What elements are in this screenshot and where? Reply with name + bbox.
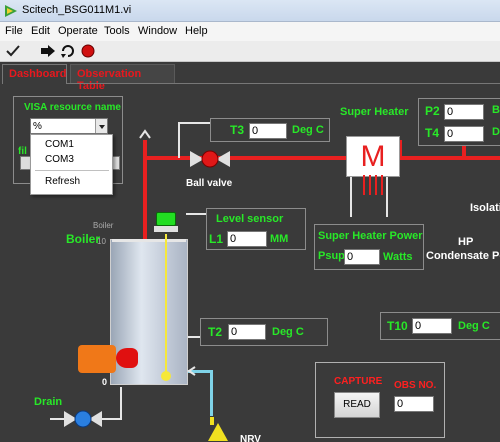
visa-resource-label: VISA resource name xyxy=(24,102,121,113)
hp-label: HP xyxy=(458,236,474,248)
boiler-label: Boiler xyxy=(66,232,101,246)
t3-label: T3 xyxy=(230,123,245,137)
psup-unit: Watts xyxy=(383,251,413,263)
boiler-scale-top: 10 xyxy=(97,237,106,246)
drain-label: Drain xyxy=(34,396,63,408)
p2-label: P2 xyxy=(425,104,440,118)
run-check-icon[interactable] xyxy=(5,44,21,58)
front-panel: Dashboard Observation Table VISA resourc… xyxy=(0,62,500,442)
level-sensor-mount xyxy=(154,226,178,232)
super-heater-block: M xyxy=(346,136,400,177)
t3-value: 0 xyxy=(249,123,287,139)
heater-coil-icon xyxy=(363,175,383,195)
menu-operate[interactable]: Operate xyxy=(58,25,98,37)
l1-label: L1 xyxy=(209,232,224,246)
t4-label: T4 xyxy=(425,126,440,140)
t2-unit: Deg C xyxy=(272,326,304,338)
visa-dropdown-button[interactable] xyxy=(95,119,107,133)
t3-sensor-line-h xyxy=(178,122,210,124)
toolbar xyxy=(0,41,500,62)
burner-flame-icon xyxy=(116,348,138,368)
capture-label: CAPTURE xyxy=(334,376,383,387)
super-heater-label: Super Heater xyxy=(340,106,409,118)
labview-app-icon xyxy=(5,5,17,17)
level-sensor-line xyxy=(186,213,206,215)
run-continuously-icon[interactable] xyxy=(60,44,76,58)
dropdown-option-refresh[interactable]: Refresh xyxy=(45,176,80,187)
visa-prefix: % xyxy=(33,121,42,132)
t4-value: 0 xyxy=(444,126,484,142)
menu-bar: File Edit Operate Tools Window Help xyxy=(0,22,500,41)
boiler-scale-bottom: 0 xyxy=(102,377,108,387)
feed-arrow-icon xyxy=(187,366,196,376)
t4-unit: D xyxy=(492,126,500,138)
super-heater-power-label: Super Heater Power xyxy=(318,230,423,242)
nrv-label: NRV xyxy=(240,434,261,442)
drain-valve-icon[interactable] xyxy=(62,408,104,430)
menu-edit[interactable]: Edit xyxy=(31,25,50,37)
tab-dashboard[interactable]: Dashboard xyxy=(2,64,67,84)
obs-no-value: 0 xyxy=(394,396,434,412)
t2-value: 0 xyxy=(228,324,266,340)
dropdown-option-com1[interactable]: COM1 xyxy=(45,139,74,150)
t10-label: T10 xyxy=(387,319,408,333)
abort-stop-icon[interactable] xyxy=(80,44,96,58)
obs-no-label: OBS NO. xyxy=(394,380,437,391)
boiler-level-float xyxy=(161,371,171,381)
p2-value: 0 xyxy=(444,104,484,120)
tab-divider xyxy=(67,83,500,84)
t10-unit: Deg C xyxy=(458,320,490,332)
ball-valve-label: Ball valve xyxy=(186,178,233,189)
hp-condensate-label: Condensate Po xyxy=(426,250,500,262)
psup-label: Psup xyxy=(318,250,345,262)
ball-valve-icon[interactable] xyxy=(188,148,232,170)
p2-unit: B xyxy=(492,104,500,116)
menu-file[interactable]: File xyxy=(5,25,23,37)
visa-dropdown-menu: COM1 COM3 Refresh xyxy=(30,134,113,195)
boiler-top-cap xyxy=(112,239,186,242)
level-sensor-label: Level sensor xyxy=(216,213,284,225)
read-button[interactable]: READ xyxy=(334,392,380,418)
heater-line-left xyxy=(350,175,352,217)
boiler-small-label: Boiler xyxy=(93,221,114,230)
t3-sensor-line xyxy=(178,122,180,158)
menu-window[interactable]: Window xyxy=(138,25,177,37)
feed-pipe-vertical xyxy=(210,370,213,416)
l1-value: 0 xyxy=(227,231,267,247)
t2-label: T2 xyxy=(208,325,223,339)
isolation-label: Isolati xyxy=(470,202,500,214)
menu-tools[interactable]: Tools xyxy=(104,25,130,37)
l1-unit: MM xyxy=(270,233,289,245)
menu-help[interactable]: Help xyxy=(185,25,208,37)
psup-value: 0 xyxy=(344,249,380,265)
nrv-valve-icon xyxy=(208,417,228,441)
t3-unit: Deg C xyxy=(292,124,324,136)
pipe-up-arrow-icon xyxy=(139,129,151,139)
steam-pipe-riser xyxy=(143,140,147,245)
tab-observation-table[interactable]: Observation Table xyxy=(70,64,175,92)
window-title: Scitech_BSG011M1.vi xyxy=(22,4,132,16)
drain-pipe-vertical xyxy=(120,387,122,419)
run-arrow-icon[interactable] xyxy=(40,44,56,58)
dropdown-separator xyxy=(35,170,109,171)
t10-value: 0 xyxy=(412,318,452,334)
chevron-down-icon xyxy=(99,125,105,129)
dropdown-option-com3[interactable]: COM3 xyxy=(45,154,74,165)
title-bar: Scitech_BSG011M1.vi xyxy=(0,0,500,22)
level-sensor-icon xyxy=(156,212,176,226)
burner-icon xyxy=(78,345,116,373)
boiler-level-indicator xyxy=(165,234,167,376)
